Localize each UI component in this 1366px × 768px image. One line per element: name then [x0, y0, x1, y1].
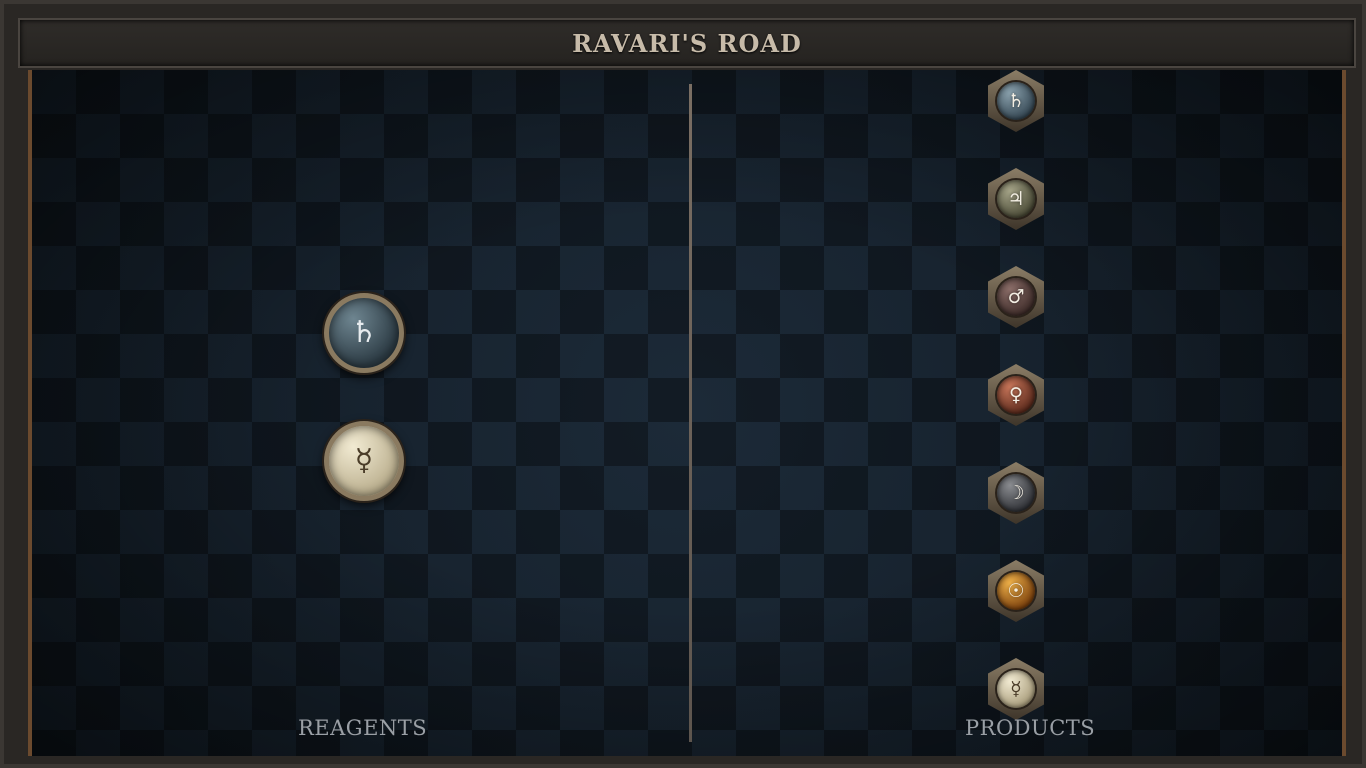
jupiter-icon: ♃	[1007, 187, 1025, 210]
venus-icon: ♀	[1009, 383, 1023, 406]
game-frame: RAVARI'S ROAD ♄ ☿ ♄ ♃ ♂ ♀ ☽ ☉ ☿ REAGENTS…	[0, 0, 1366, 768]
mercury-icon: ☿	[1010, 677, 1022, 700]
product-orb: ♃	[997, 180, 1035, 218]
product-venus[interactable]: ♀	[988, 364, 1044, 426]
products-label: PRODUCTS	[965, 716, 1096, 740]
moon-icon: ☽	[1007, 481, 1025, 504]
reagents-label: REAGENTS	[298, 716, 428, 740]
title-bar: RAVARI'S ROAD	[18, 18, 1356, 68]
puzzle-title: RAVARI'S ROAD	[572, 28, 802, 58]
mercury-icon: ☿	[354, 443, 374, 478]
saturn-icon: ♄	[1007, 89, 1025, 112]
section-divider	[689, 84, 692, 742]
product-orb: ☽	[997, 474, 1035, 512]
mars-icon: ♂	[1007, 285, 1025, 308]
product-orb: ☿	[997, 670, 1035, 708]
product-mars[interactable]: ♂	[988, 266, 1044, 328]
product-saturn[interactable]: ♄	[988, 70, 1044, 132]
reagent-mercury[interactable]: ☿	[324, 421, 404, 501]
puzzle-board: ♄ ☿ ♄ ♃ ♂ ♀ ☽ ☉ ☿ REAGENTS PRODUCTS	[28, 70, 1346, 756]
product-orb: ☉	[997, 572, 1035, 610]
product-mercury[interactable]: ☿	[988, 658, 1044, 720]
product-orb: ♂	[997, 278, 1035, 316]
product-orb: ♄	[997, 82, 1035, 120]
product-sun[interactable]: ☉	[988, 560, 1044, 622]
reagent-saturn[interactable]: ♄	[324, 293, 404, 373]
product-orb: ♀	[997, 376, 1035, 414]
product-moon[interactable]: ☽	[988, 462, 1044, 524]
product-jupiter[interactable]: ♃	[988, 168, 1044, 230]
sun-icon: ☉	[1007, 579, 1025, 602]
saturn-icon: ♄	[350, 315, 378, 350]
